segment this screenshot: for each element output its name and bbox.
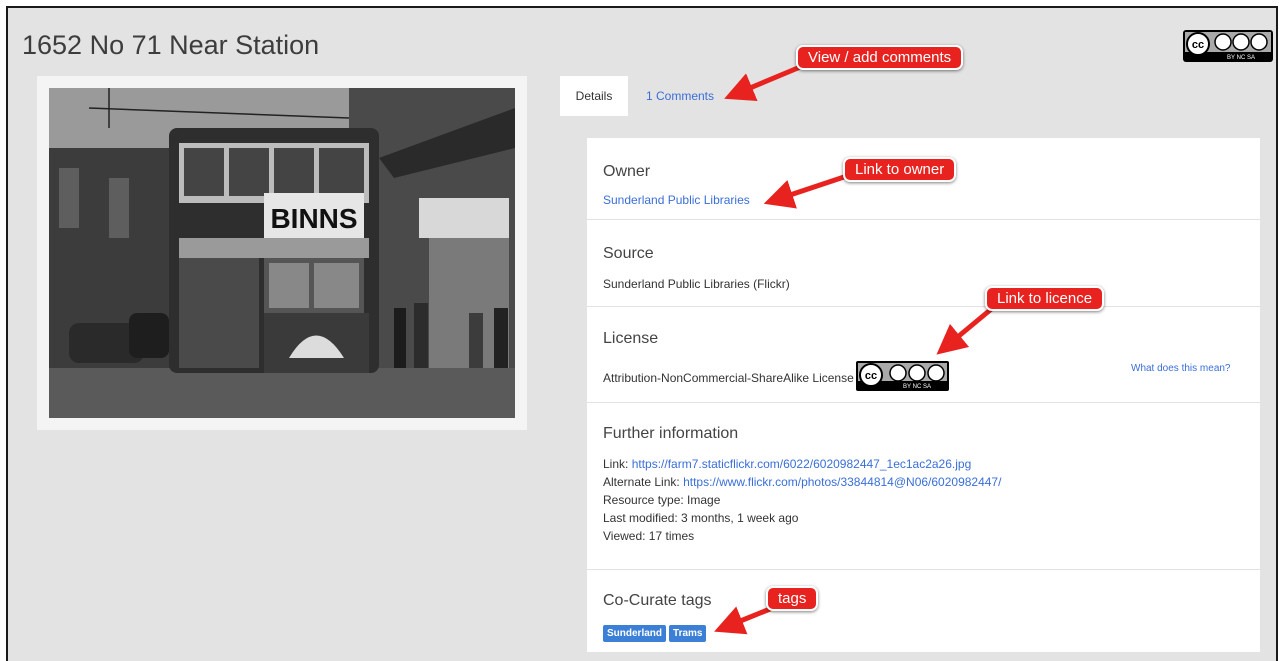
callout-comments: View / add comments bbox=[796, 45, 964, 70]
tag-sunderland[interactable]: Sunderland bbox=[603, 625, 667, 642]
tags-heading: Co-Curate tags bbox=[603, 592, 712, 609]
svg-text:BY NC SA: BY NC SA bbox=[903, 384, 931, 390]
callout-tags: tags bbox=[766, 586, 819, 611]
source-text: Sunderland Public Libraries (Flickr) bbox=[603, 277, 790, 291]
license-help-link[interactable]: What does this mean? bbox=[1131, 363, 1231, 374]
further-info-section: Further information Link: https://farm7.… bbox=[587, 403, 1260, 570]
last-modified: Last modified: 3 months, 1 week ago bbox=[603, 511, 799, 525]
svg-text:BY NC SA: BY NC SA bbox=[1227, 55, 1255, 61]
further-info-list: Link: https://farm7.staticflickr.com/602… bbox=[603, 455, 1001, 545]
resource-type: Resource type: Image bbox=[603, 493, 721, 507]
alt-link-line: Alternate Link: https://www.flickr.com/p… bbox=[603, 473, 1001, 491]
source-heading: Source bbox=[603, 245, 654, 262]
view-count: Viewed: 17 times bbox=[603, 529, 695, 543]
license-text: Attribution-NonCommercial-ShareAlike Lic… bbox=[603, 370, 854, 385]
callout-owner: Link to owner bbox=[843, 157, 957, 182]
svg-text:BINNS: BINNS bbox=[270, 203, 357, 234]
owner-link[interactable]: Sunderland Public Libraries bbox=[603, 193, 750, 207]
callout-licence: Link to licence bbox=[985, 286, 1105, 311]
details-panel: Owner Sunderland Public Libraries Source… bbox=[587, 138, 1260, 652]
tags-section: Co-Curate tags Sunderland Trams bbox=[587, 570, 1260, 652]
source-section: Source Sunderland Public Libraries (Flic… bbox=[587, 220, 1260, 307]
svg-text:cc: cc bbox=[1192, 39, 1204, 51]
license-row: Attribution-NonCommercial-ShareAlike Lic… bbox=[603, 361, 949, 394]
license-section: License Attribution-NonCommercial-ShareA… bbox=[587, 307, 1260, 403]
tab-details[interactable]: Details bbox=[560, 76, 628, 116]
svg-text:cc: cc bbox=[865, 370, 877, 382]
further-heading: Further information bbox=[603, 425, 739, 442]
link-url[interactable]: https://farm7.staticflickr.com/6022/6020… bbox=[632, 457, 972, 471]
cc-license-icon[interactable]: cc BY NC SA bbox=[1183, 30, 1273, 67]
cc-license-badge-icon[interactable]: cc BY NC SA bbox=[855, 361, 949, 394]
alt-link-url[interactable]: https://www.flickr.com/photos/33844814@N… bbox=[683, 475, 1001, 489]
link-label: Link: bbox=[603, 457, 629, 471]
page-title: 1652 No 71 Near Station bbox=[22, 30, 320, 60]
tram-photo[interactable]: BINNS bbox=[49, 88, 515, 418]
license-heading: License bbox=[603, 330, 659, 347]
tag-trams[interactable]: Trams bbox=[669, 625, 707, 642]
link-line: Link: https://farm7.staticflickr.com/602… bbox=[603, 455, 1001, 473]
tag-list: Sunderland Trams bbox=[603, 625, 709, 642]
alt-link-label: Alternate Link: bbox=[603, 475, 680, 489]
tab-comments[interactable]: 1 Comments bbox=[640, 76, 720, 116]
photo-card: BINNS bbox=[37, 76, 527, 430]
owner-heading: Owner bbox=[603, 163, 651, 180]
